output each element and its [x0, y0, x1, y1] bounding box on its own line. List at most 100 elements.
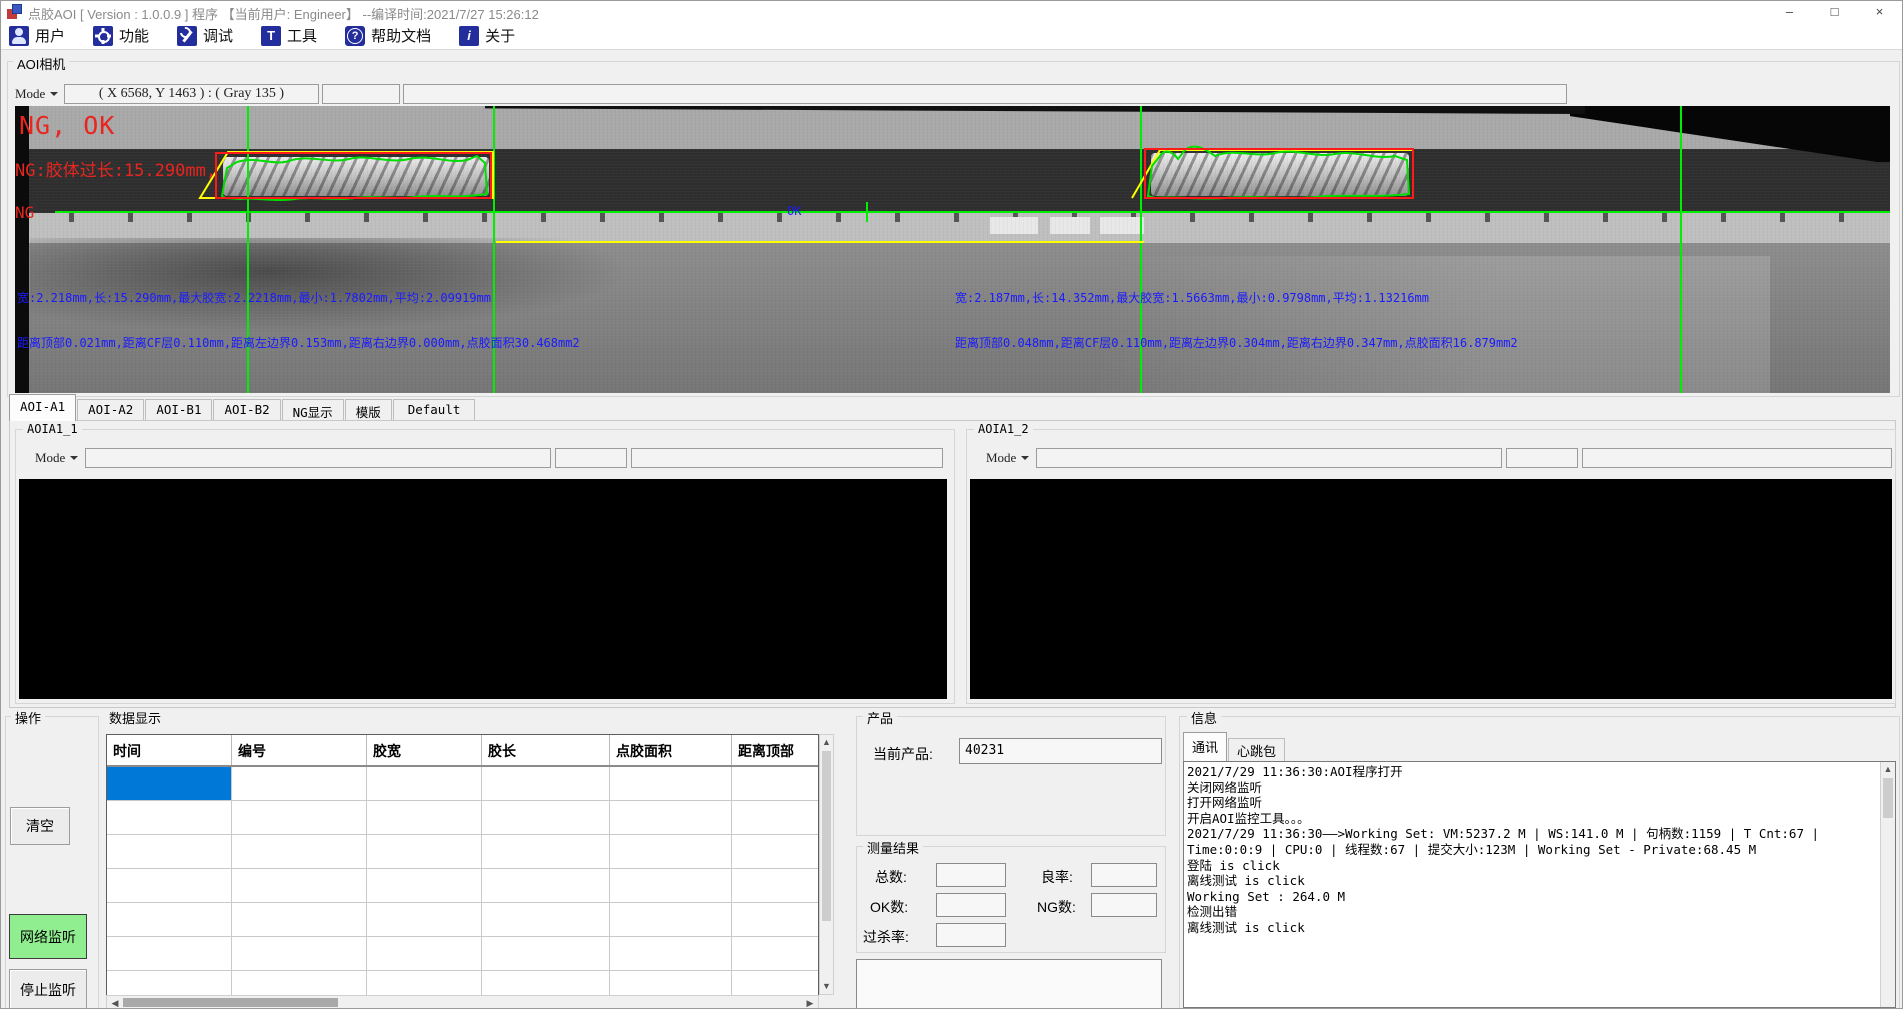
table-row[interactable] — [107, 903, 818, 937]
view-tab-3[interactable]: AOI-B2 — [213, 399, 280, 421]
table-cell[interactable] — [732, 767, 818, 800]
table-cell[interactable] — [732, 835, 818, 868]
subpanel-2-mode-dropdown[interactable]: Mode — [982, 448, 1029, 468]
table-cell[interactable] — [107, 835, 232, 868]
table-vscrollbar[interactable]: ▲ ▼ — [819, 734, 834, 995]
scroll-left-icon[interactable]: ◀ — [109, 996, 121, 1009]
table-cell[interactable] — [482, 835, 610, 868]
scroll-up-icon[interactable]: ▲ — [1881, 763, 1895, 776]
table-cell[interactable] — [232, 801, 367, 834]
table-cell[interactable] — [232, 869, 367, 902]
table-cell[interactable] — [367, 869, 482, 902]
column-header: 胶宽 — [367, 735, 482, 765]
table-cell[interactable] — [367, 903, 482, 936]
table-cell[interactable] — [367, 937, 482, 970]
table-row[interactable] — [107, 801, 818, 835]
yield-label: 良率: — [1041, 867, 1073, 887]
log-vscrollbar[interactable]: ▲ — [1880, 762, 1895, 1007]
close-button[interactable]: × — [1857, 1, 1902, 22]
current-product-field[interactable]: 40231 — [959, 738, 1162, 764]
network-listen-button[interactable]: 网络监听 — [9, 914, 87, 959]
info-tab-0[interactable]: 通讯 — [1183, 732, 1227, 761]
info-tab-1[interactable]: 心跳包 — [1228, 738, 1285, 761]
table-cell[interactable] — [610, 835, 732, 868]
ng-count-field[interactable] — [1091, 893, 1157, 917]
toolbar-item-about[interactable]: i关于 — [459, 25, 515, 46]
table-cell[interactable] — [482, 869, 610, 902]
table-cell[interactable] — [107, 903, 232, 936]
table-row[interactable] — [107, 937, 818, 971]
table-cell[interactable] — [610, 869, 732, 902]
toolbar-item-tool[interactable]: T工具 — [261, 25, 317, 46]
table-cell[interactable] — [610, 767, 732, 800]
data-table: 时间编号胶宽胶长点胶面积距离顶部 — [106, 734, 819, 1006]
table-cell[interactable] — [610, 937, 732, 970]
scroll-right-icon[interactable]: ▶ — [804, 996, 816, 1009]
scrollbar-thumb[interactable] — [822, 751, 831, 921]
view-tab-4[interactable]: NG显示 — [282, 399, 344, 421]
table-hscrollbar[interactable]: ◀ ▶ — [106, 995, 819, 1009]
log-line: 检测出错 — [1184, 904, 1877, 920]
table-cell[interactable] — [107, 869, 232, 902]
log-line: 开启AOI监控工具。。。 — [1184, 811, 1877, 827]
toolbar-item-label: 关于 — [485, 25, 515, 46]
view-tab-1[interactable]: AOI-A2 — [77, 399, 144, 421]
toolbar-item-help[interactable]: ?帮助文档 — [345, 25, 431, 46]
view-tab-0[interactable]: AOI-A1 — [9, 394, 76, 421]
view-tab-5[interactable]: 模版 — [345, 399, 392, 421]
toolbar-item-user[interactable]: 用户 — [9, 25, 65, 46]
toolbar-item-debug[interactable]: 调试 — [177, 25, 233, 46]
table-cell[interactable] — [107, 801, 232, 834]
table-cell[interactable] — [232, 767, 367, 800]
table-cell[interactable] — [482, 767, 610, 800]
column-header: 距离顶部 — [732, 735, 818, 765]
table-cell[interactable] — [232, 903, 367, 936]
table-row[interactable] — [107, 835, 818, 869]
table-cell[interactable] — [732, 937, 818, 970]
overkill-rate-label: 过杀率: — [863, 927, 909, 947]
minimize-button[interactable]: – — [1767, 1, 1812, 22]
table-cell[interactable] — [367, 767, 482, 800]
log-line: Working Set : 264.0 M — [1184, 889, 1877, 905]
table-cell[interactable] — [107, 767, 232, 800]
scrollbar-thumb[interactable] — [1883, 778, 1893, 818]
app-window: 点胶AOI [ Version : 1.0.0.9 ] 程序 【当前用户: En… — [0, 0, 1903, 1009]
view-tab-6[interactable]: Default — [393, 399, 476, 421]
table-cell[interactable] — [610, 903, 732, 936]
subpanel-2-image-view[interactable] — [970, 479, 1892, 699]
scrollbar-thumb[interactable] — [123, 998, 338, 1007]
table-cell[interactable] — [732, 903, 818, 936]
scroll-down-icon[interactable]: ▼ — [820, 980, 833, 993]
table-cell[interactable] — [732, 869, 818, 902]
table-cell[interactable] — [367, 801, 482, 834]
overkill-rate-field[interactable] — [936, 923, 1006, 947]
maximize-button[interactable]: □ — [1812, 1, 1857, 22]
subpanel-1-field-2 — [555, 448, 627, 468]
total-count-field[interactable] — [936, 863, 1006, 887]
view-tab-2[interactable]: AOI-B1 — [145, 399, 212, 421]
camera-image-view[interactable]: NG, OK NG:胶体过长:15.290mm, NG OK 宽:2.218mm… — [15, 106, 1890, 393]
toolbar-item-gear[interactable]: 功能 — [93, 25, 149, 46]
table-cell[interactable] — [482, 937, 610, 970]
scroll-up-icon[interactable]: ▲ — [820, 736, 833, 749]
camera-mode-dropdown[interactable]: Mode — [11, 84, 58, 104]
clear-button[interactable]: 清空 — [10, 807, 70, 845]
table-row[interactable] — [107, 869, 818, 903]
table-cell[interactable] — [482, 903, 610, 936]
table-cell[interactable] — [610, 801, 732, 834]
table-cell[interactable] — [232, 937, 367, 970]
table-cell[interactable] — [482, 801, 610, 834]
stop-listen-button[interactable]: 停止监听 — [9, 969, 87, 1009]
subpanel-1-image-view[interactable] — [19, 479, 947, 699]
table-cell[interactable] — [107, 937, 232, 970]
table-cell[interactable] — [367, 835, 482, 868]
subpanel-2-field-3 — [1582, 448, 1892, 468]
table-cell[interactable] — [232, 835, 367, 868]
gear-icon — [93, 26, 113, 46]
ok-count-field[interactable] — [936, 893, 1006, 917]
table-row[interactable] — [107, 767, 818, 801]
table-cell[interactable] — [732, 801, 818, 834]
subpanel-1-mode-dropdown[interactable]: Mode — [31, 448, 78, 468]
user-icon — [9, 26, 29, 46]
yield-field[interactable] — [1091, 863, 1157, 887]
